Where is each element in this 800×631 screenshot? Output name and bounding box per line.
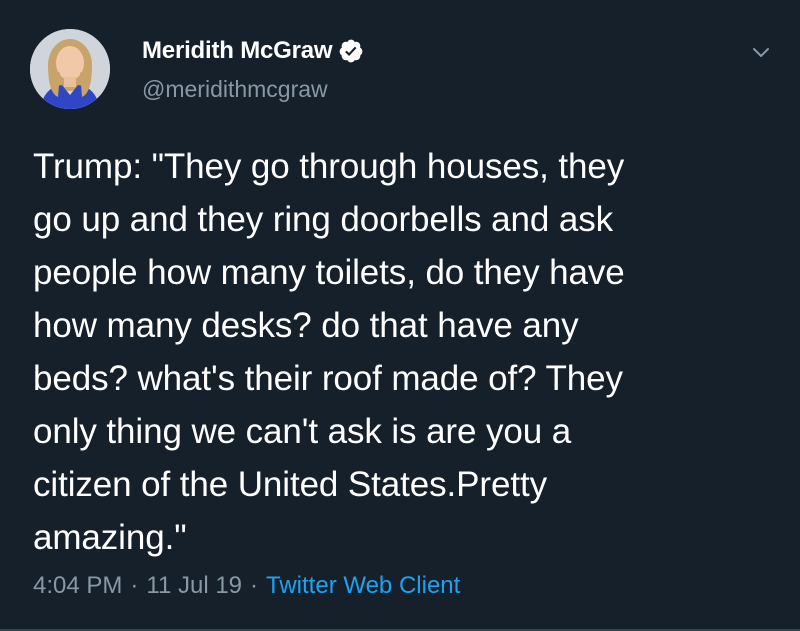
tweet-time[interactable]: 4:04 PM — [33, 572, 122, 600]
author-handle[interactable]: @meridithmcgraw — [142, 76, 328, 103]
meta-separator: · — [250, 572, 259, 599]
tweet-source-link[interactable]: Twitter Web Client — [266, 572, 460, 600]
tweet-date[interactable]: 11 Jul 19 — [146, 572, 242, 600]
tweet-card: Meridith McGraw @meridithmcgraw Trump: "… — [0, 0, 800, 631]
verified-badge-icon — [338, 38, 364, 64]
author-display-name[interactable]: Meridith McGraw — [142, 37, 333, 65]
chevron-down-icon[interactable] — [748, 42, 774, 62]
avatar-image — [30, 29, 110, 109]
author-name-row[interactable]: Meridith McGraw — [142, 34, 364, 68]
tweet-text: Trump: "They go through houses, they go … — [33, 147, 625, 557]
avatar[interactable] — [30, 29, 110, 109]
tweet-metadata: 4:04 PM · 11 Jul 19 · Twitter Web Client — [33, 572, 460, 600]
meta-separator: · — [130, 572, 139, 599]
